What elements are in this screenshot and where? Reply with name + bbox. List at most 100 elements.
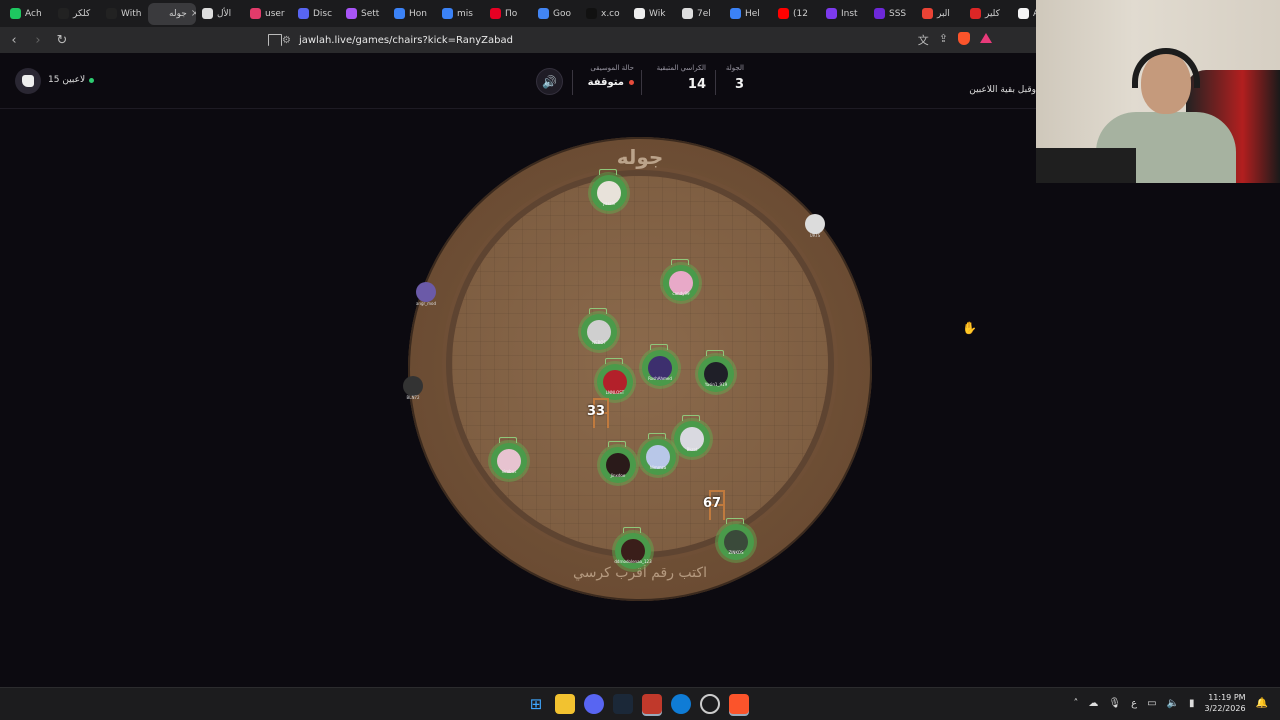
back-icon[interactable]: ‹	[4, 33, 24, 48]
clock[interactable]: 11:19 PM 3/22/2026	[1205, 692, 1246, 714]
browser-tab[interactable]: كلير	[964, 3, 1012, 25]
tab-favicon-icon	[250, 8, 261, 19]
address-bar[interactable]: ⚙ jawlah.live/games/chairs?kick=RanyZaba…	[282, 27, 513, 53]
tab-label: 7el	[697, 8, 711, 19]
empty-chair[interactable]: 67	[703, 490, 727, 520]
browser-tab[interactable]: 7el	[676, 3, 724, 25]
tab-favicon-icon	[394, 8, 405, 19]
tab-label: mis	[457, 8, 473, 19]
browser-tab[interactable]: Goo	[532, 3, 580, 25]
tab-label: جوله	[169, 8, 187, 19]
browser-tab[interactable]: x.co	[580, 3, 628, 25]
remaining-chairs-label: الكراسي المتبقية	[656, 64, 706, 72]
player-name: ZINKOS	[728, 550, 744, 555]
browser-tab[interactable]: جوله ×	[148, 2, 196, 25]
tab-favicon-icon	[826, 8, 837, 19]
tab-favicon-icon	[58, 8, 69, 19]
volume-icon[interactable]: 🔈	[1167, 698, 1179, 709]
translate-icon[interactable]: 文	[918, 32, 929, 48]
chair-frame	[709, 490, 725, 492]
browser-tab[interactable]: كلكر	[52, 3, 100, 25]
empty-chair[interactable]: 33	[587, 398, 611, 428]
chair-back	[648, 433, 666, 439]
board-floor	[452, 176, 828, 552]
steam-icon[interactable]	[613, 694, 633, 714]
tab-favicon-icon	[10, 8, 21, 19]
app-icon[interactable]	[642, 694, 662, 714]
tab-favicon-icon	[490, 8, 501, 19]
onedrive-icon[interactable]: ☁	[1088, 698, 1098, 709]
divider	[715, 70, 716, 95]
game-page-right	[1040, 183, 1280, 687]
network-icon[interactable]: ▭	[1147, 698, 1156, 709]
tab-label: Hel	[745, 8, 760, 19]
player-seat: ZINKOS	[718, 518, 754, 560]
tab-label: x.co	[601, 8, 620, 19]
tab-label: البر	[937, 8, 950, 19]
file-explorer-icon[interactable]	[555, 694, 575, 714]
system-tray: ˄ ☁ 🎙 ع ▭ 🔈 ▮ 11:19 PM 3/22/2026 🔔	[1073, 692, 1268, 714]
windows-taskbar: ⊞ ˄ ☁ 🎙 ع ▭ 🔈 ▮ 11:19 PM 3/22/2026 🔔	[0, 687, 1280, 720]
browser-tab[interactable]: Пo	[484, 3, 532, 25]
chair-back	[589, 308, 607, 314]
chevron-up-icon[interactable]: ˄	[1073, 698, 1078, 709]
browser-tab[interactable]: (12	[772, 3, 820, 25]
tab-favicon-icon	[730, 8, 741, 19]
chair-back	[671, 259, 689, 265]
browser-tab[interactable]: Inst	[820, 3, 868, 25]
browser-tab[interactable]: Disc	[292, 3, 340, 25]
chair-back	[599, 169, 617, 175]
sound-button[interactable]: 🔊	[536, 68, 563, 95]
discord-icon[interactable]	[584, 694, 604, 714]
browser-tab[interactable]: user	[244, 3, 292, 25]
browser-tab[interactable]: الأل	[196, 3, 244, 25]
eliminated-player: BLN72	[403, 376, 423, 400]
player-name: RoshAhmed	[648, 376, 672, 381]
tab-favicon-icon	[586, 8, 597, 19]
bookmark-icon[interactable]	[268, 34, 282, 46]
language-indicator[interactable]: ع	[1131, 698, 1137, 709]
player-name: yassin	[602, 201, 616, 206]
browser-tab[interactable]: البر	[916, 3, 964, 25]
remaining-chairs-value: 14	[687, 77, 706, 92]
tab-favicon-icon	[778, 8, 789, 19]
windows-start-icon[interactable]: ⊞	[526, 694, 546, 714]
tab-favicon-icon	[442, 8, 453, 19]
brave-icon[interactable]	[729, 694, 749, 714]
browser-tab[interactable]: mis	[436, 3, 484, 25]
chair-back	[726, 518, 744, 524]
brave-shields-icon[interactable]	[958, 32, 970, 45]
tab-label: SSS	[889, 8, 907, 19]
chair-frame	[593, 398, 609, 400]
chair-number: 67	[703, 496, 722, 511]
site-info-icon[interactable]: ⚙	[282, 35, 291, 46]
tab-favicon-icon	[874, 8, 885, 19]
logo-icon	[22, 75, 34, 87]
browser-tab[interactable]: SSS	[868, 3, 916, 25]
player-name: ddrnodolenaa_123	[614, 559, 652, 564]
tab-favicon-icon	[538, 8, 549, 19]
microphone-icon[interactable]: 🎙	[1108, 698, 1121, 709]
speaker-icon: 🔊	[542, 74, 557, 89]
tab-label: Sett	[361, 8, 380, 19]
share-icon[interactable]: ⇪	[939, 32, 948, 48]
tab-label: Пo	[505, 8, 518, 19]
notifications-icon[interactable]: 🔔	[1256, 698, 1268, 709]
edge-icon[interactable]	[671, 694, 691, 714]
settings-icon[interactable]	[700, 694, 720, 714]
taskbar-apps: ⊞	[526, 694, 749, 714]
browser-tab[interactable]: Hel	[724, 3, 772, 25]
browser-tab[interactable]: Ach	[4, 3, 52, 25]
tab-label: Goo	[553, 8, 571, 19]
battery-icon[interactable]: ▮	[1189, 698, 1195, 709]
browser-tab[interactable]: Hon	[388, 3, 436, 25]
browser-tab[interactable]: Wik	[628, 3, 676, 25]
reload-icon[interactable]: ↻	[52, 33, 72, 48]
chair-back	[682, 415, 700, 421]
forward-icon[interactable]: ›	[28, 33, 48, 48]
brave-rewards-icon[interactable]	[980, 33, 992, 43]
players-count: 15 لاعبين	[48, 75, 95, 85]
browser-tab[interactable]: With	[100, 3, 148, 25]
browser-tab[interactable]: Sett	[340, 3, 388, 25]
app-logo[interactable]	[15, 68, 41, 94]
